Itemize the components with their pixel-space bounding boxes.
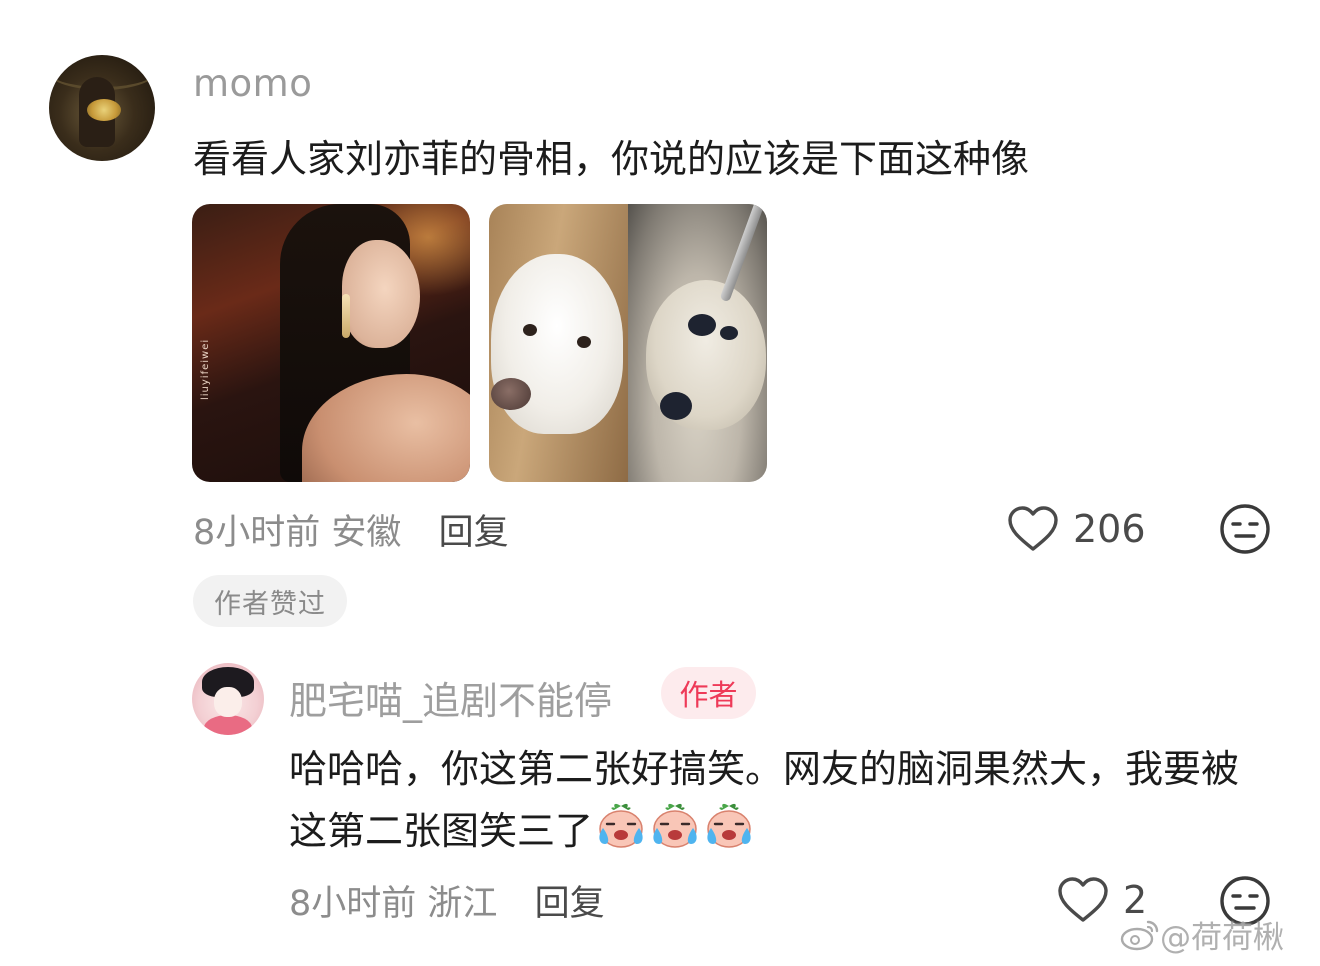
avatar-face bbox=[214, 687, 242, 717]
emoji-group bbox=[593, 803, 755, 853]
comment-image-dog-porridge[interactable] bbox=[489, 204, 767, 482]
porridge-blob bbox=[646, 280, 766, 430]
like-button[interactable]: 206 bbox=[1007, 504, 1146, 554]
reply-text-block: 哈哈哈，你这第二张好搞笑。网友的脑洞果然大，我要被这第二张图笑三了 bbox=[289, 738, 1269, 862]
weibo-logo-icon bbox=[1120, 920, 1159, 950]
reply-location: 浙江 bbox=[427, 884, 498, 924]
like-count: 206 bbox=[1073, 507, 1146, 551]
avatar-author[interactable] bbox=[192, 663, 264, 735]
bean-eye bbox=[720, 326, 738, 340]
photo-face bbox=[342, 240, 420, 348]
reply-button[interactable]: 回复 bbox=[535, 884, 605, 924]
photo-earring bbox=[342, 294, 350, 338]
avatar-robe bbox=[204, 715, 252, 735]
crying-peach-emoji bbox=[653, 803, 697, 848]
author-liked-badge: 作者赞过 bbox=[193, 575, 347, 627]
reply-button[interactable]: 回复 bbox=[439, 513, 509, 553]
neutral-face-icon bbox=[1220, 504, 1270, 554]
dog-nose bbox=[491, 378, 531, 410]
avatar-flowers bbox=[87, 99, 121, 121]
heart-outline-icon bbox=[1008, 506, 1058, 551]
comment-meta: 8小时前 安徽 回复 bbox=[193, 504, 509, 555]
crying-peach-emoji bbox=[707, 803, 751, 848]
author-badge: 作者 bbox=[661, 667, 756, 719]
reaction-button[interactable] bbox=[1219, 503, 1271, 559]
heart-outline-icon bbox=[1058, 877, 1108, 922]
reply-meta: 8小时前 浙江 回复 bbox=[289, 875, 605, 926]
username-momo[interactable]: momo bbox=[193, 62, 312, 105]
photo-porridge-half bbox=[628, 204, 767, 482]
avatar-momo[interactable] bbox=[49, 55, 155, 161]
bean-eye bbox=[688, 314, 716, 336]
reply-text: 哈哈哈，你这第二张好搞笑。网友的脑洞果然大，我要被这第二张图笑三了 bbox=[289, 747, 1240, 853]
comment-text: 看看人家刘亦菲的骨相，你说的应该是下面这种像 bbox=[193, 137, 1030, 181]
reply-time: 8小时前 bbox=[289, 884, 417, 924]
weibo-watermark: @荷荷楸 bbox=[1120, 912, 1284, 957]
username-author[interactable]: 肥宅喵_追剧不能停 bbox=[289, 670, 612, 725]
spoon bbox=[719, 204, 767, 303]
comment-time: 8小时前 bbox=[193, 513, 321, 553]
dog-eye bbox=[523, 324, 537, 336]
bean-nose bbox=[660, 392, 692, 420]
comment-image-liu-yifei[interactable]: liuyifeiwei bbox=[192, 204, 470, 482]
crying-peach-emoji bbox=[599, 803, 643, 848]
dog-face bbox=[491, 254, 623, 434]
dog-eye bbox=[577, 336, 591, 348]
comment-location: 安徽 bbox=[331, 513, 402, 553]
photo-dog-half bbox=[489, 204, 628, 482]
photo-watermark: liuyifeiwei bbox=[200, 338, 211, 400]
watermark-text: @荷荷楸 bbox=[1160, 920, 1284, 956]
